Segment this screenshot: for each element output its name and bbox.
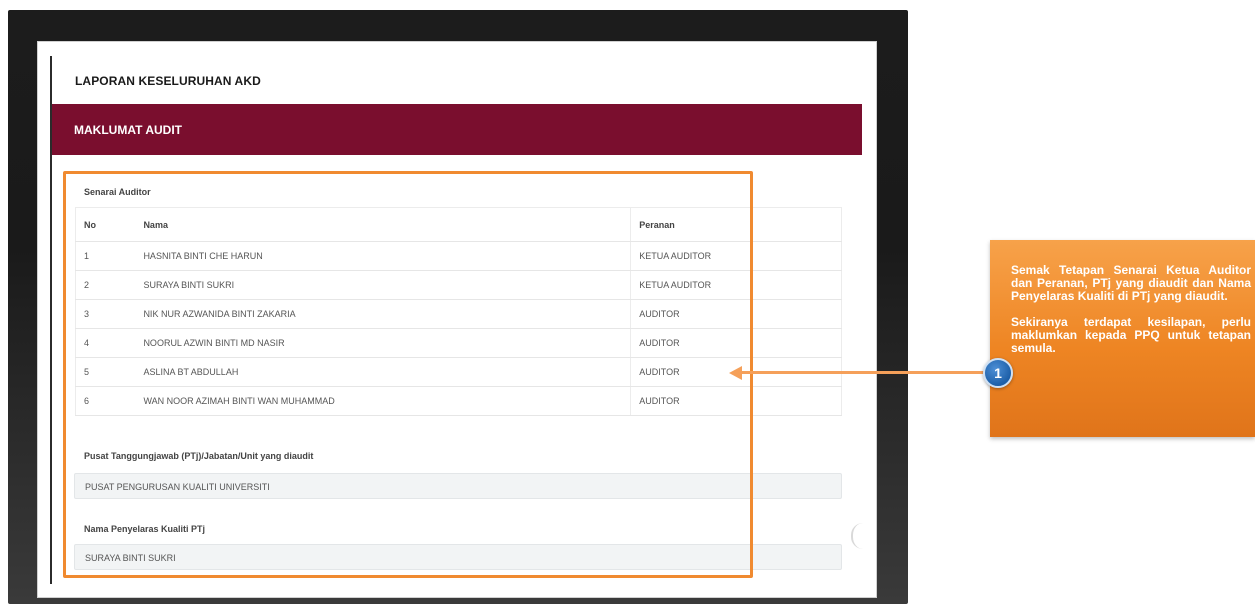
callout-paragraph-2: Sekiranya terdapat kesilapan, perlu makl…	[1011, 315, 1251, 355]
step-number-badge: 1	[983, 358, 1013, 388]
callout-note: Semak Tetapan Senarai Ketua Auditor dan …	[990, 240, 1255, 437]
callout-arrow-head-icon	[729, 366, 742, 380]
section-header: MAKLUMAT AUDIT	[52, 104, 862, 155]
callout-paragraph-1: Semak Tetapan Senarai Ketua Auditor dan …	[1011, 263, 1251, 303]
page-title: LAPORAN KESELURUHAN AKD	[75, 74, 261, 88]
section-title: MAKLUMAT AUDIT	[74, 123, 182, 137]
highlight-frame	[63, 171, 753, 578]
callout-arrow-line	[740, 371, 988, 374]
